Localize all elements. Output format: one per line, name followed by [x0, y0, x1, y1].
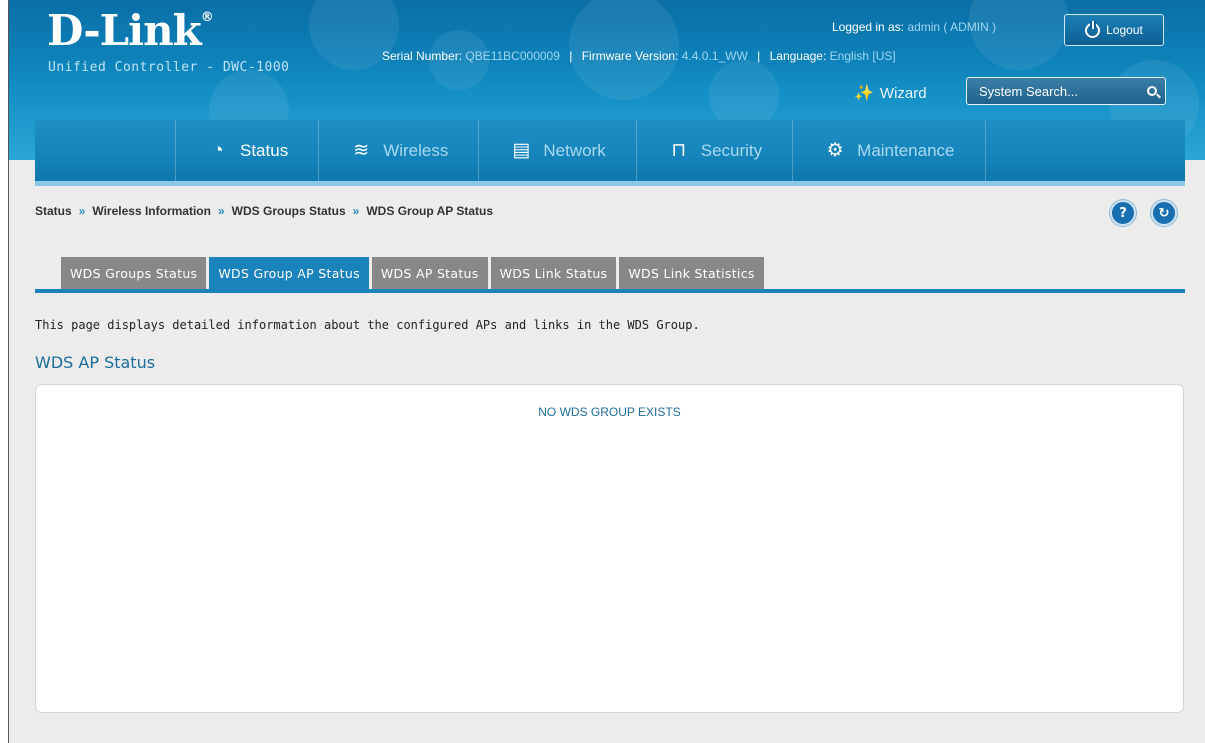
empty-message: NO WDS GROUP EXISTS	[538, 405, 681, 419]
refresh-icon: ↻	[1158, 205, 1170, 221]
computer-icon: ▤	[512, 140, 531, 161]
wifi-icon: ≋	[353, 140, 370, 161]
search-icon[interactable]	[1147, 86, 1157, 96]
nav-item-maintenance[interactable]: ⚙ Maintenance	[792, 120, 986, 181]
breadcrumb-item[interactable]: Wireless Information	[92, 204, 211, 218]
logout-button[interactable]: Logout	[1064, 14, 1164, 46]
help-icon: ?	[1119, 205, 1127, 221]
logged-in-info: Logged in as: admin ( ADMIN )	[832, 20, 997, 34]
wizard-link[interactable]: ✨ Wizard	[854, 83, 927, 103]
wds-ap-status-panel: NO WDS GROUP EXISTS	[35, 384, 1184, 713]
page-frame: D-Link® Unified Controller - DWC-1000 Lo…	[8, 0, 1205, 743]
tab-wds-groups-status[interactable]: WDS Groups Status	[61, 257, 207, 289]
nav-item-network[interactable]: ▤ Network	[478, 120, 635, 181]
page-description: This page displays detailed information …	[35, 318, 700, 332]
lock-icon: ⊓	[671, 140, 687, 161]
tab-underline	[35, 289, 1185, 293]
device-info-bar: Serial Number: QBE11BC000009 | Firmware …	[382, 49, 896, 63]
magic-wand-icon: ✨	[854, 85, 874, 102]
nav-item-security[interactable]: ⊓ Security	[635, 120, 792, 181]
tab-bar: WDS Groups Status WDS Group AP Status WD…	[61, 257, 764, 289]
tab-wds-group-ap-status[interactable]: WDS Group AP Status	[209, 257, 369, 289]
help-button[interactable]: ?	[1110, 200, 1136, 226]
tab-wds-link-statistics[interactable]: WDS Link Statistics	[619, 257, 764, 289]
breadcrumb-item[interactable]: Status	[35, 204, 72, 218]
section-title: WDS AP Status	[35, 353, 156, 372]
language-link[interactable]: English [US]	[830, 49, 896, 63]
main-nav: ◔ Status ≋ Wireless ▤ Network ⊓ Security…	[35, 120, 1185, 186]
breadcrumb-current: WDS Group AP Status	[366, 204, 494, 218]
gears-icon: ⚙	[826, 140, 844, 161]
power-icon	[1085, 20, 1101, 38]
nav-item-status[interactable]: ◔ Status	[175, 120, 318, 181]
tab-wds-link-status[interactable]: WDS Link Status	[490, 257, 617, 289]
dashboard-icon: ◔	[212, 139, 224, 161]
dlink-logo: D-Link®	[47, 6, 214, 55]
product-subtitle: Unified Controller - DWC-1000	[48, 60, 290, 75]
breadcrumb-item[interactable]: WDS Groups Status	[232, 204, 346, 218]
breadcrumb: Status» Wireless Information» WDS Groups S…	[35, 204, 494, 218]
nav-item-wireless[interactable]: ≋ Wireless	[318, 120, 478, 181]
firmware-version: 4.4.0.1_WW	[681, 49, 748, 63]
tab-wds-ap-status[interactable]: WDS AP Status	[371, 257, 488, 289]
refresh-button[interactable]: ↻	[1151, 200, 1177, 226]
serial-number: QBE11BC000009	[465, 49, 560, 63]
system-search-input[interactable]: System Search...	[966, 77, 1166, 105]
